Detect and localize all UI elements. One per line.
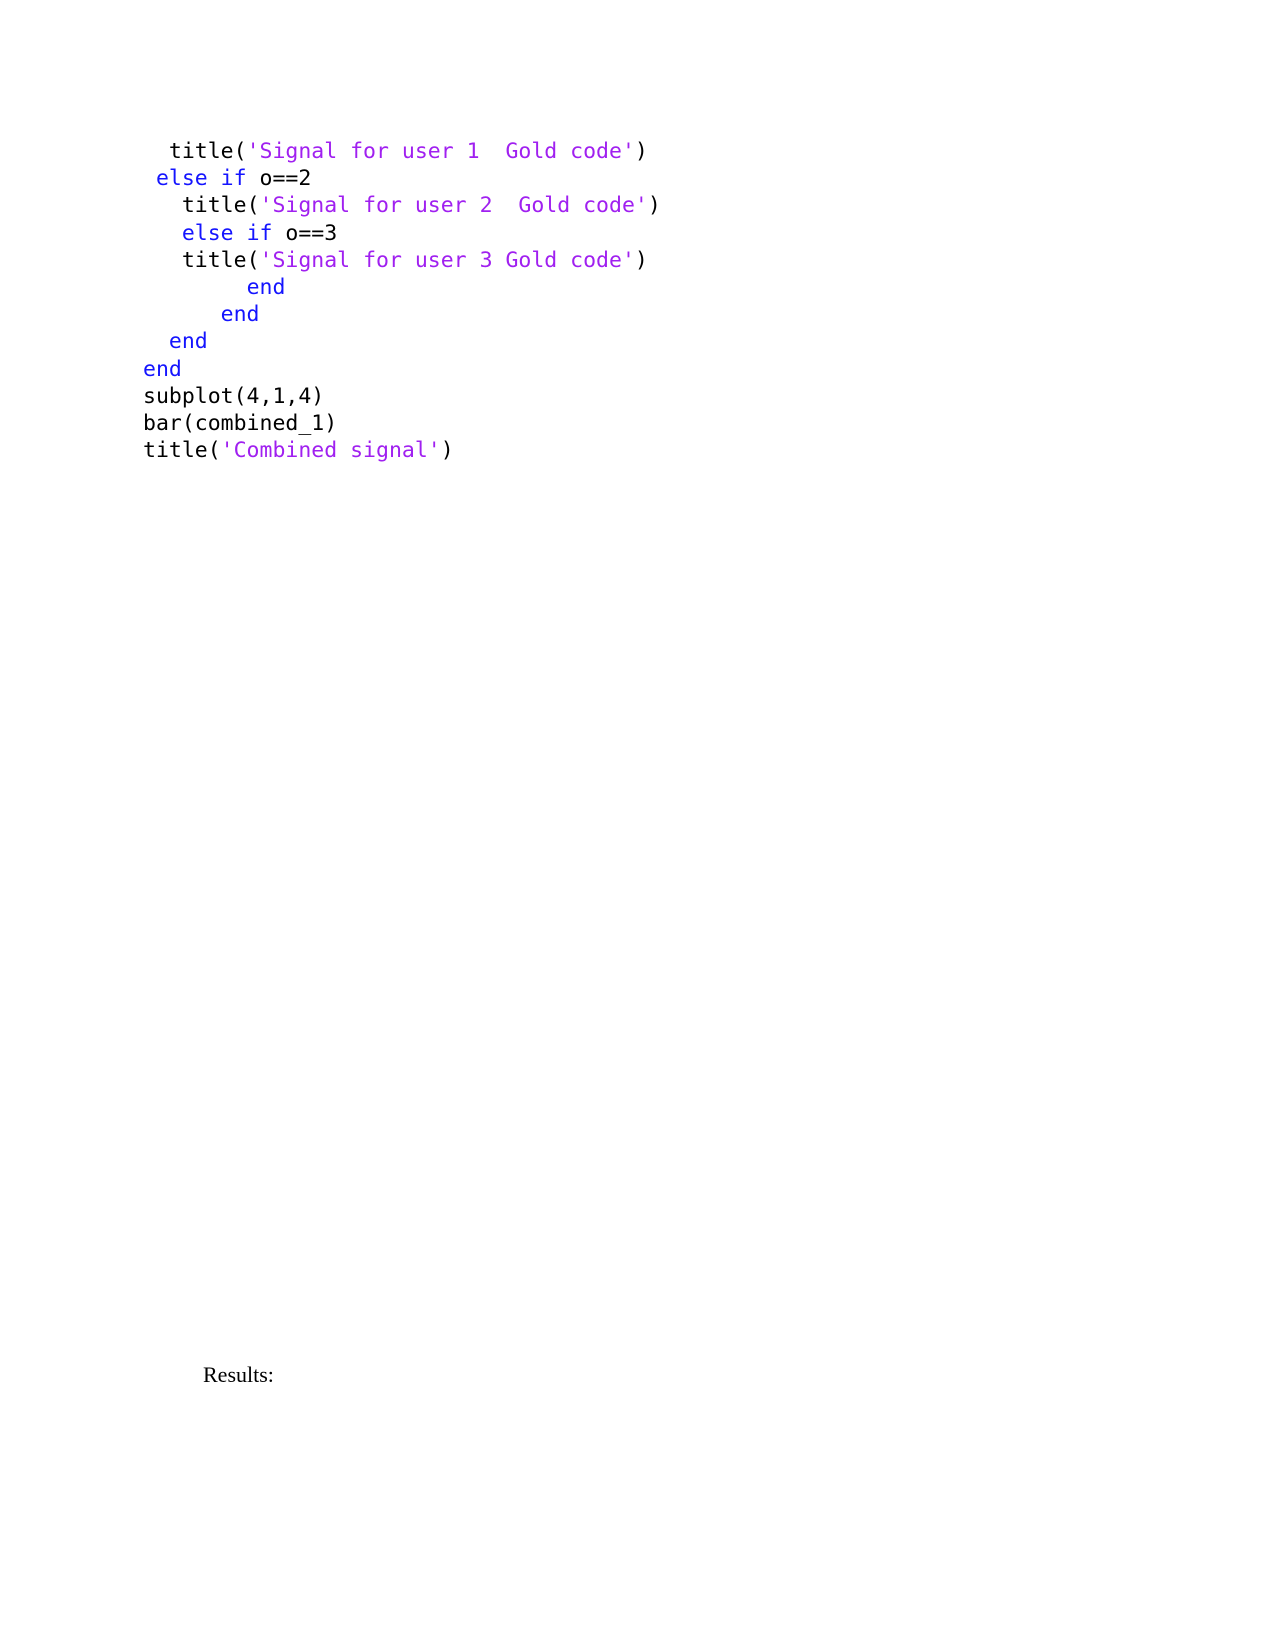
code-line: end — [143, 274, 661, 301]
code-token-plain: ) — [634, 247, 648, 273]
code-token-keyword: else if — [181, 220, 273, 246]
code-token-keyword: end — [143, 356, 182, 382]
code-line: title('Combined signal') — [143, 437, 661, 464]
code-line: title('Signal for user 2 Gold code') — [143, 192, 661, 219]
code-token-plain: ) — [634, 139, 648, 164]
code-token-plain: o==2 — [246, 166, 312, 192]
code-token-string: 'Signal for user 1 Gold code' — [246, 139, 635, 164]
code-line: bar(combined_1) — [143, 410, 661, 437]
code-line: title('Signal for user 1 Gold code') — [143, 138, 661, 165]
code-token-keyword: end — [168, 329, 208, 355]
results-heading: Results: — [203, 1362, 274, 1387]
code-token-keyword: end — [246, 274, 286, 300]
code-token-plain: o==3 — [272, 220, 338, 246]
document-page: title('Signal for user 1 Gold code') els… — [0, 0, 1275, 1650]
code-token-plain: title( — [181, 193, 260, 219]
code-token-keyword: else if — [155, 166, 247, 192]
code-token-plain: subplot(4,1,4) — [143, 383, 325, 409]
code-token-plain: title( — [181, 247, 260, 273]
code-token-string: 'Combined signal' — [220, 438, 441, 464]
code-line: end — [143, 301, 661, 328]
code-line: end — [143, 328, 661, 355]
code-token-string: 'Signal for user 2 Gold code' — [259, 193, 648, 219]
matlab-code-block: title('Signal for user 1 Gold code') els… — [143, 138, 661, 464]
code-token-plain: bar(combined_1) — [143, 410, 338, 436]
code-line: subplot(4,1,4) — [143, 383, 661, 410]
code-line: else if o==2 — [143, 165, 661, 192]
code-line: end — [143, 356, 661, 383]
code-token-plain: title( — [143, 438, 221, 464]
code-token-keyword: end — [220, 302, 260, 328]
code-token-plain: ) — [647, 193, 661, 219]
code-line: title('Signal for user 3 Gold code') — [143, 247, 661, 274]
code-token-plain: title( — [168, 139, 247, 164]
code-token-string: 'Signal for user 3 Gold code' — [259, 247, 635, 273]
code-line: else if o==3 — [143, 220, 661, 247]
code-token-plain: ) — [440, 438, 454, 464]
